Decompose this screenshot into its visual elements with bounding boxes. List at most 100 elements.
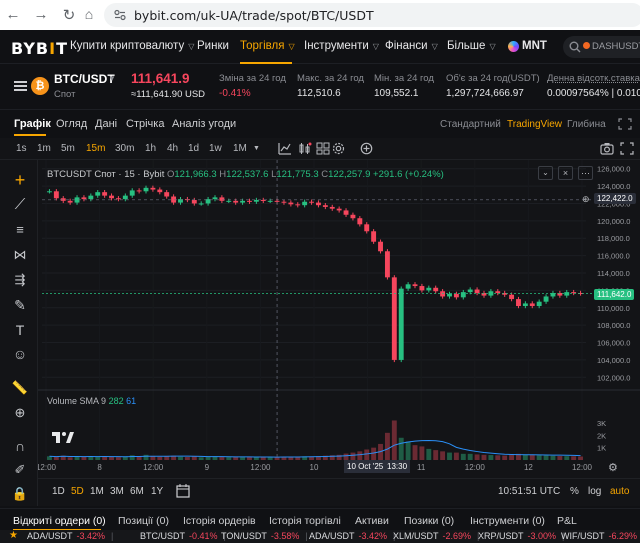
add-alert-icon[interactable]: ⊕ <box>582 194 590 205</box>
chart-settings-icon[interactable]: ⚙ <box>608 461 618 474</box>
range-1d[interactable]: 1D <box>52 486 65 497</box>
search-value[interactable]: DASHUSDT <box>592 41 640 52</box>
menu-icon[interactable] <box>14 81 27 91</box>
marquee-item[interactable]: TON/USDT -3.58% | <box>221 531 308 541</box>
text-tool-icon[interactable]: T <box>10 320 30 340</box>
lock-icon[interactable]: 🔒 <box>10 484 30 504</box>
interval-1d[interactable]: 1d <box>188 143 199 154</box>
tradingview-logo[interactable] <box>52 430 74 448</box>
fullscreen-icon[interactable] <box>620 142 634 155</box>
view-depth[interactable]: Глибина <box>567 119 606 130</box>
marquee-item[interactable]: XRP/USDT -3.00% | <box>478 531 564 541</box>
add-compare-icon[interactable] <box>360 142 373 155</box>
tab-loans[interactable]: Позики (0) <box>404 515 454 527</box>
log-toggle[interactable]: log <box>588 486 601 497</box>
url-text[interactable]: bybit.com/uk-UA/trade/spot/BTC/USDT <box>134 8 374 23</box>
legend-o-value: 121,966.3 <box>174 169 217 180</box>
interval-4h[interactable]: 4h <box>167 143 178 154</box>
range-1m[interactable]: 1M <box>90 486 104 497</box>
forward-arrow-icon[interactable]: → <box>32 6 50 23</box>
range-3m[interactable]: 3M <box>110 486 124 497</box>
ruler-icon[interactable]: 📏 <box>10 378 30 398</box>
nav-more[interactable]: Більше ▽ <box>447 40 496 52</box>
expand-icon[interactable] <box>618 118 632 130</box>
interval-30m[interactable]: 30m <box>115 143 134 154</box>
nav-finance[interactable]: Фінанси ▽ <box>385 40 438 52</box>
tab-trade-history[interactable]: Історія торгівлі <box>269 515 341 527</box>
stat-label-funding: Денна відсотк.ставка <box>547 73 640 84</box>
candles-icon[interactable] <box>298 142 312 155</box>
search-box[interactable]: DASHUSDT <box>563 36 640 58</box>
search-icon <box>569 41 581 53</box>
site-info-icon[interactable] <box>114 9 126 21</box>
nav-tools[interactable]: Інструменти ▽ <box>304 40 379 52</box>
camera-icon[interactable] <box>600 142 614 155</box>
marquee-item[interactable]: ADA/USDT -3.42% | <box>27 531 113 541</box>
range-1y[interactable]: 1Y <box>151 486 163 497</box>
address-bar[interactable]: bybit.com/uk-UA/trade/spot/BTC/USDT <box>104 3 640 27</box>
zoom-in-icon[interactable]: ⊕ <box>10 403 30 423</box>
nav-buy-crypto[interactable]: Купити криптовалюту ▽ <box>70 40 194 52</box>
interval-dropdown-icon[interactable]: ▼ <box>253 145 260 152</box>
tab-positions[interactable]: Позиції (0) <box>118 515 169 527</box>
crosshair-time-label: 13:30 <box>384 460 411 473</box>
marquee-item[interactable]: WIF/USDT -6.29% <box>561 531 637 541</box>
chevron-down-icon[interactable]: ⌄ <box>538 166 553 180</box>
tab-order-history[interactable]: Історія ордерів <box>183 515 256 527</box>
pair-chevron-icon[interactable]: ▼ <box>108 74 116 83</box>
favorite-star-icon[interactable]: ★ <box>9 530 18 541</box>
templates-icon[interactable] <box>316 142 330 155</box>
tab-assets[interactable]: Активи <box>355 515 389 527</box>
pair-symbol[interactable]: BTC/USDT <box>54 72 115 86</box>
reload-icon[interactable]: ↻ <box>60 6 78 24</box>
home-icon[interactable]: ⌂ <box>80 6 98 22</box>
interval-1M[interactable]: 1M <box>233 143 247 154</box>
indicators-icon[interactable] <box>278 142 292 155</box>
interval-1s[interactable]: 1s <box>16 143 27 154</box>
pattern-icon[interactable]: ⋈ <box>10 245 30 265</box>
mnt-promo-link[interactable]: MNT <box>522 40 547 52</box>
more-icon[interactable]: ⋯ <box>578 166 593 180</box>
view-standard[interactable]: Стандартний <box>440 119 501 130</box>
interval-5m[interactable]: 5m <box>61 143 75 154</box>
calendar-icon[interactable] <box>176 484 191 498</box>
trendline-icon[interactable]: ⟋ <box>10 195 30 215</box>
range-5d[interactable]: 5D <box>71 486 84 497</box>
nav-trade[interactable]: Торгівля ▽ <box>240 40 295 52</box>
emoji-icon[interactable]: ☺ <box>10 344 30 364</box>
forecast-icon[interactable]: ⇶ <box>10 270 30 290</box>
percent-toggle[interactable]: % <box>570 486 579 497</box>
brush-icon[interactable]: ✎ <box>10 295 30 315</box>
interval-1h[interactable]: 1h <box>145 143 156 154</box>
bybit-logo[interactable]: BYBIT <box>11 39 68 58</box>
close-icon[interactable]: × <box>558 166 573 180</box>
back-arrow-icon[interactable]: ← <box>4 6 22 23</box>
tab-instruments[interactable]: Інструменти (0) <box>470 515 545 527</box>
magnet-icon[interactable]: ∩ <box>10 436 30 456</box>
auto-toggle[interactable]: auto <box>610 486 629 497</box>
price-chart[interactable]: 126,000.0124,000.0122,000.0120,000.0118,… <box>38 160 640 506</box>
interval-1w[interactable]: 1w <box>209 143 222 154</box>
fib-retracement-icon[interactable]: ≡ <box>10 220 30 240</box>
range-6m[interactable]: 6M <box>130 486 144 497</box>
utc-clock[interactable]: 10:51:51 UTC <box>498 486 560 497</box>
tab-open-orders[interactable]: Відкриті ордери (0) <box>13 515 106 527</box>
nav-markets[interactable]: Ринки <box>197 40 229 52</box>
marquee-item[interactable]: BTC/USDT -0.41% | <box>140 531 226 541</box>
tab-pnl[interactable]: P&L <box>557 515 577 527</box>
volume-bar <box>536 455 542 460</box>
interval-1m[interactable]: 1m <box>37 143 51 154</box>
tab-trade-analysis[interactable]: Аналіз угоди <box>172 118 236 130</box>
interval-15m[interactable]: 15m <box>86 143 105 154</box>
lock-drawing-icon[interactable]: ✐ <box>10 460 30 480</box>
marquee-item[interactable]: XLM/USDT -2.69% | <box>393 531 479 541</box>
tab-data[interactable]: Дані <box>95 118 117 130</box>
view-tradingview[interactable]: TradingView <box>507 119 562 130</box>
crosshair-icon[interactable]: + <box>10 170 30 190</box>
tab-feed[interactable]: Стрічка <box>126 118 164 130</box>
tab-overview[interactable]: Огляд <box>56 118 87 130</box>
tab-chart[interactable]: Графік <box>14 118 51 130</box>
settings-gear-icon[interactable] <box>332 142 345 155</box>
chart-canvas[interactable]: 126,000.0124,000.0122,000.0120,000.0118,… <box>38 160 640 478</box>
marquee-item[interactable]: ADA/USDT -3.42% | <box>309 531 395 541</box>
